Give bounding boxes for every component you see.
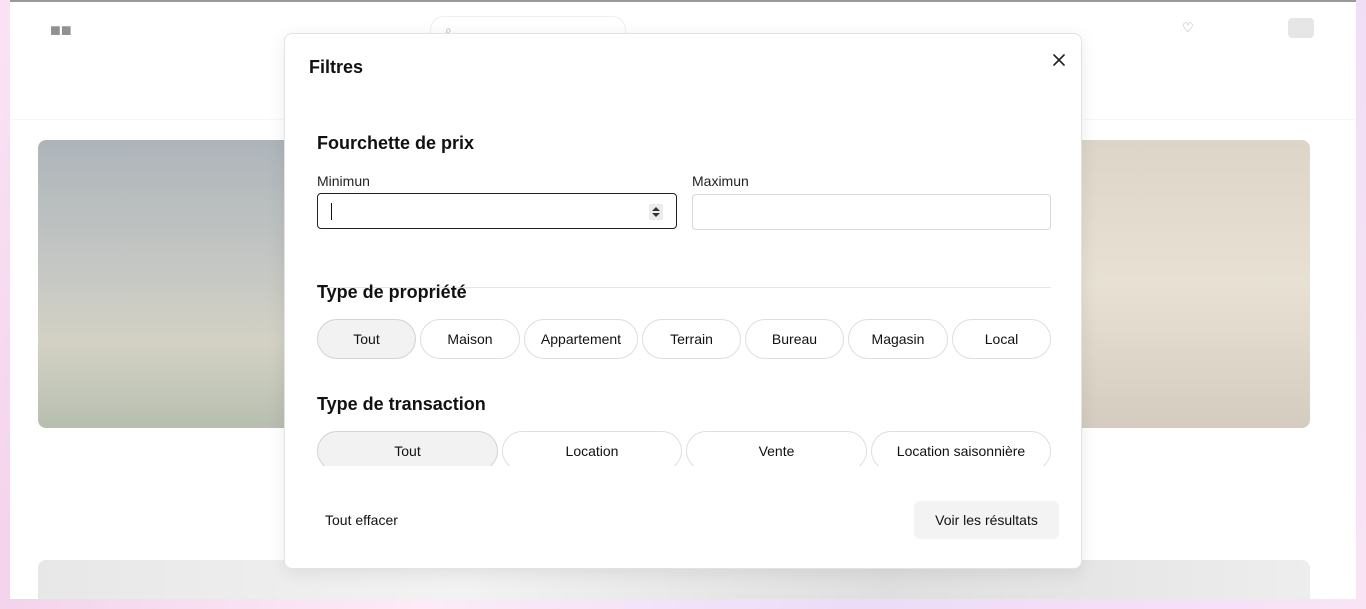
close-icon: [1053, 54, 1065, 66]
number-spinner[interactable]: [649, 204, 663, 220]
transaction-type-seasonal[interactable]: Location saisonnière: [871, 431, 1051, 466]
transaction-type-rental[interactable]: Location: [502, 431, 682, 466]
property-type-title: Type de propriété: [317, 282, 467, 302]
modal-body: Fourchette de prix Minimun Maximun Type …: [317, 114, 1051, 466]
transaction-type-all[interactable]: Tout: [317, 431, 498, 466]
max-price-label: Maximun: [692, 173, 749, 189]
max-price-input[interactable]: [692, 194, 1051, 230]
clear-all-button[interactable]: Tout effacer: [325, 512, 398, 528]
modal-title: Filtres: [309, 57, 364, 77]
close-button[interactable]: [1047, 48, 1071, 72]
property-type-shop[interactable]: Magasin: [848, 319, 948, 359]
property-type-all[interactable]: Tout: [317, 319, 416, 359]
property-type-land[interactable]: Terrain: [642, 319, 741, 359]
property-type-premises[interactable]: Local: [952, 319, 1051, 359]
filter-modal: Filtres Fourchette de prix Minimun Maxim…: [284, 33, 1082, 569]
min-price-input[interactable]: [317, 193, 677, 229]
property-type-office[interactable]: Bureau: [745, 319, 844, 359]
property-type-house[interactable]: Maison: [420, 319, 520, 359]
price-range-title: Fourchette de prix: [317, 133, 475, 153]
min-price-label: Minimun: [317, 173, 370, 189]
text-caret: [331, 203, 332, 220]
transaction-type-title: Type de transaction: [317, 394, 486, 414]
property-type-apartment[interactable]: Appartement: [524, 319, 638, 359]
show-results-button[interactable]: Voir les résultats: [914, 501, 1059, 539]
transaction-type-sale[interactable]: Vente: [686, 431, 867, 466]
